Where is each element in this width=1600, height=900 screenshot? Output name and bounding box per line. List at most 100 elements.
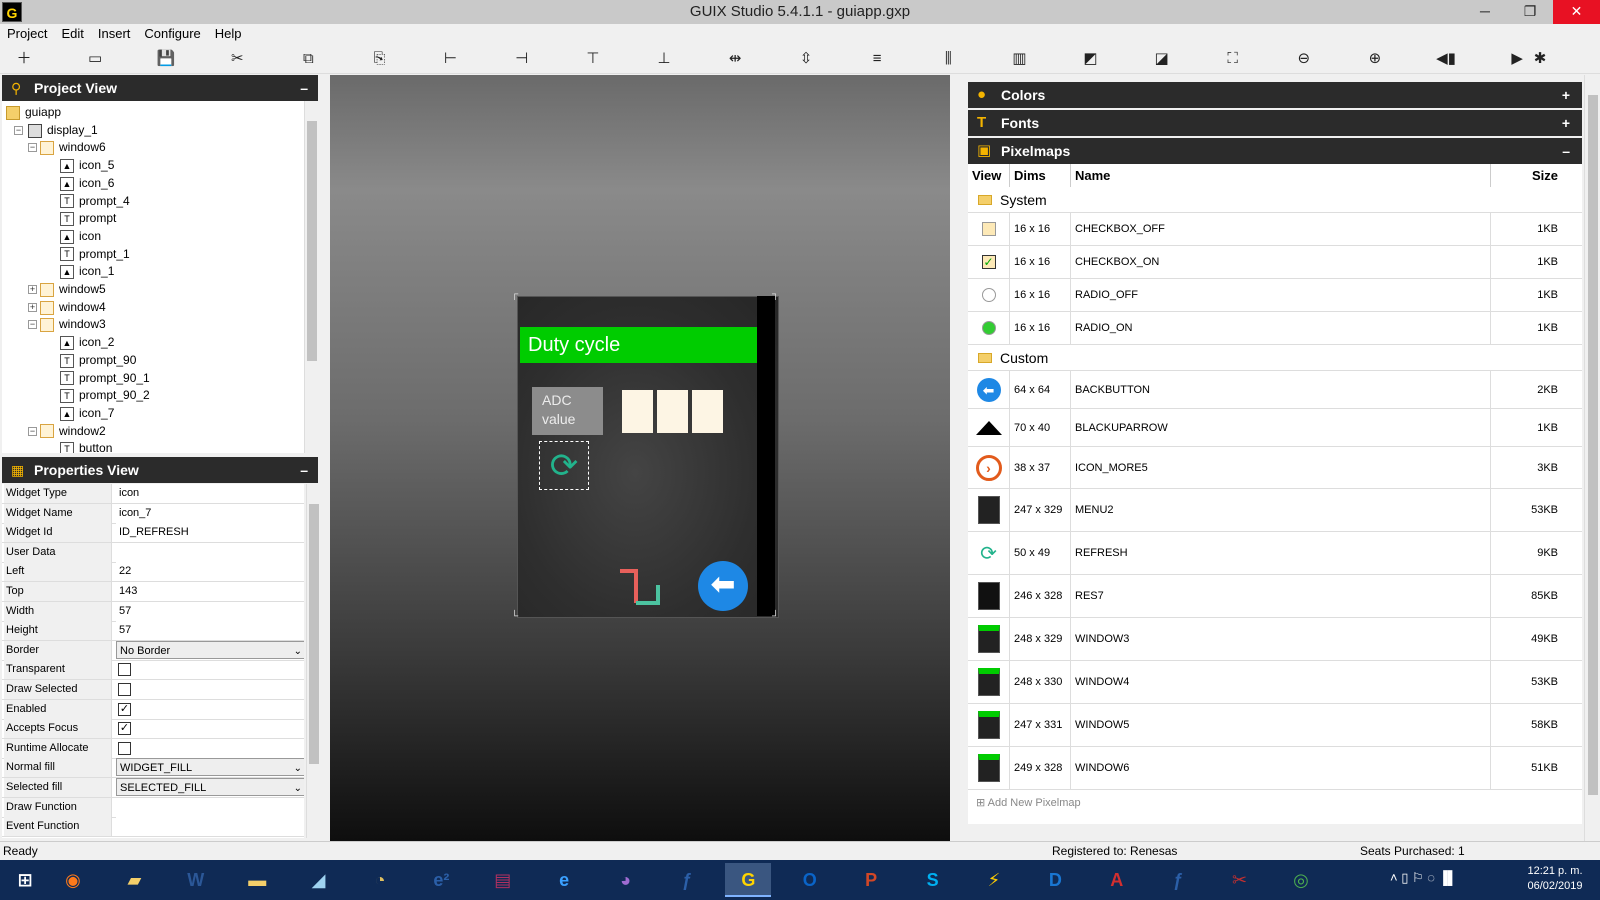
tree-node-prompt-4[interactable]: Tprompt_4 [60, 192, 130, 210]
tree-node-prompt-1[interactable]: Tprompt_1 [60, 245, 130, 263]
tree-expander[interactable]: − [28, 320, 37, 330]
system-tray-icons[interactable]: ˄ ▯ ⚐ ◌ ▐▌ [1390, 870, 1510, 886]
border-select[interactable]: No Border ⌄ [116, 640, 304, 659]
maximize-button[interactable]: ❐ [1508, 0, 1552, 22]
width-field[interactable]: 57 [116, 601, 304, 621]
tree-node-display-1[interactable]: display_1 [28, 121, 98, 139]
menu-project[interactable]: Project [0, 24, 54, 44]
menu-help[interactable]: Help [208, 24, 249, 44]
size-to-content-icon[interactable]: ▥ [1007, 48, 1031, 70]
sniping-icon[interactable]: ✂ [1217, 863, 1263, 897]
add-new-pixelmap-link[interactable]: ⊞ Add New Pixelmap [976, 796, 1081, 809]
tree-expander[interactable]: + [28, 302, 37, 312]
cat-app-icon[interactable]: ◕ [603, 863, 649, 897]
accepts-focus-checkbox[interactable]: ✓ [118, 722, 131, 736]
back-button-icon[interactable]: ⬅ [698, 561, 748, 611]
resize-handle[interactable]: ┘ [772, 612, 782, 622]
cut-icon[interactable]: ✂ [225, 48, 249, 70]
height-field[interactable]: 57 [116, 621, 304, 641]
tree-node-prompt[interactable]: Tprompt [60, 209, 116, 227]
open-folder-icon[interactable]: ▭ [83, 48, 107, 70]
pixelmaps-header[interactable]: ▣ Pixelmaps – [968, 138, 1582, 164]
pixelmap-row[interactable]: 16 x 16 RADIO_ON 1KB [968, 312, 1582, 345]
tree-node-window6[interactable]: window6 [40, 138, 106, 156]
value-digit-box[interactable] [622, 390, 653, 433]
equal-width-icon[interactable]: ⇹ [723, 48, 747, 70]
file-explorer-icon[interactable]: ▰ [111, 863, 157, 897]
tlr2-icon[interactable]: ƒ [1155, 863, 1201, 897]
tree-expander[interactable]: − [14, 125, 23, 135]
pixelmap-row[interactable]: 247 x 329 MENU2 53KB [968, 489, 1582, 532]
tree-expander[interactable]: + [28, 285, 37, 294]
pixelmap-row[interactable]: ⬅ 64 x 64 BACKBUTTON 2KB [968, 371, 1582, 409]
menu-edit[interactable]: Edit [54, 24, 90, 44]
left-field[interactable]: 22 [116, 562, 304, 582]
tree-node-icon-5[interactable]: ▲ icon_5 [60, 156, 114, 174]
align-left-icon[interactable]: ⊢ [439, 48, 463, 70]
expand-colors-button[interactable]: + [1562, 82, 1570, 108]
zoom-out-icon[interactable]: ⊖ [1292, 48, 1316, 70]
resize-handle[interactable]: └ [511, 612, 521, 622]
clock[interactable]: 12:21 p. m. 06/02/2019 [1520, 864, 1590, 894]
skype-icon[interactable]: S [910, 863, 956, 897]
enabled-checkbox[interactable]: ✓ [118, 702, 131, 716]
folder-icon[interactable]: ▬ [234, 863, 280, 897]
collapse-properties-view-button[interactable]: – [300, 457, 308, 483]
zoom-in-icon[interactable]: ⊕ [1363, 48, 1387, 70]
normal-fill-select[interactable]: WIDGET_FILL ⌄ [116, 758, 304, 777]
paint-icon[interactable]: ◔ [357, 863, 403, 897]
tree-node-guiapp[interactable]: guiapp [6, 103, 61, 121]
column-size[interactable]: Size [1491, 164, 1564, 187]
value-digit-box[interactable] [657, 390, 688, 433]
pixelmap-row[interactable]: 247 x 331 WINDOW5 58KB [968, 704, 1582, 747]
event-function-field[interactable] [116, 817, 304, 837]
pixelmap-row[interactable]: 248 x 330 WINDOW4 53KB [968, 661, 1582, 704]
align-right-icon[interactable]: ⊣ [510, 48, 534, 70]
top-field[interactable]: 143 [116, 582, 304, 601]
notepad-icon[interactable]: ◢ [296, 863, 342, 897]
column-view[interactable]: View [968, 164, 1010, 187]
fonts-header[interactable]: T Fonts + [968, 110, 1582, 136]
tree-node-icon[interactable]: ▲ icon [60, 227, 101, 245]
run-icon[interactable]: ▶ [1505, 48, 1529, 70]
tree-expander[interactable]: − [28, 143, 37, 153]
equal-height-icon[interactable]: ⇳ [794, 48, 818, 70]
add-icon[interactable]: ＋ [12, 48, 36, 70]
hspace-icon[interactable]: ⫼ [936, 48, 960, 70]
outlook-icon[interactable]: O [787, 863, 833, 897]
pixelmap-row[interactable]: 16 x 16 CHECKBOX_OFF 1KB [968, 213, 1582, 246]
pixelmap-row[interactable]: 249 x 328 WINDOW6 51KB [968, 747, 1582, 790]
tlr-icon[interactable]: ƒ [664, 863, 710, 897]
word-icon[interactable]: W [173, 863, 219, 897]
user-data-field[interactable] [116, 542, 304, 562]
windows-start-icon[interactable]: ⊞ [2, 863, 48, 897]
internet-explorer-icon[interactable]: e [541, 863, 587, 897]
guix-icon[interactable]: G [725, 863, 772, 897]
flash-tool-icon[interactable]: ⚡ [971, 863, 1017, 897]
playback-icon[interactable]: ✱ [1528, 48, 1552, 70]
tree-node-icon-7[interactable]: ▲ icon_7 [60, 404, 114, 422]
resize-handle[interactable]: ┐ [772, 290, 782, 300]
collapse-project-view-button[interactable]: – [300, 75, 308, 101]
tree-node-window5[interactable]: window5 [40, 280, 106, 298]
tree-node-window4[interactable]: window4 [40, 298, 106, 316]
collapse-pixelmaps-button[interactable]: – [1562, 138, 1570, 164]
pixelmap-row[interactable]: 246 x 328 RES7 85KB [968, 575, 1582, 618]
fit-icon[interactable]: ⛶ [1221, 48, 1245, 70]
menu-insert[interactable]: Insert [91, 24, 138, 44]
group-system[interactable]: System [968, 187, 1582, 213]
group-custom[interactable]: Custom [968, 345, 1582, 371]
tree-node-icon-2[interactable]: ▲ icon_2 [60, 333, 114, 351]
widget-id-field[interactable]: ID_REFRESH [116, 523, 304, 543]
tree-node-window3[interactable]: window3 [40, 315, 106, 333]
devc-icon[interactable]: D [1032, 863, 1078, 897]
firefox-icon[interactable]: ◉ [50, 863, 96, 897]
move-to-front-icon[interactable]: ◩ [1079, 48, 1103, 70]
pixelmap-row[interactable]: 248 x 329 WINDOW3 49KB [968, 618, 1582, 661]
pixelmap-row[interactable]: 70 x 40 BLACKUPARROW 1KB [968, 409, 1582, 447]
properties-scrollbar[interactable] [306, 484, 320, 838]
transparent-checkbox[interactable] [118, 663, 131, 677]
widget-type-field[interactable]: icon [116, 484, 304, 503]
winrar-icon[interactable]: ▤ [480, 863, 526, 897]
resource-scrollbar[interactable] [1584, 75, 1600, 841]
